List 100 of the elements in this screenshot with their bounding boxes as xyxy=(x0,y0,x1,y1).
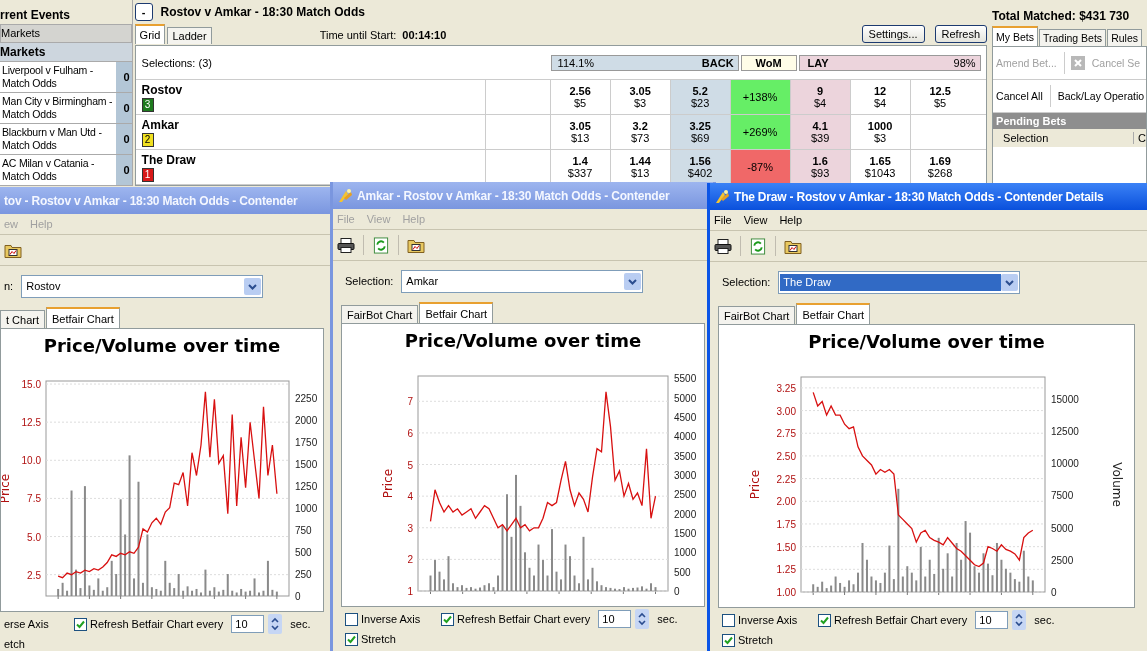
back-percent: 114.1% xyxy=(557,56,595,69)
market-count: 0 xyxy=(115,155,132,185)
back-price-cell[interactable]: 5.2 $23 xyxy=(669,80,730,114)
market-title: Rostov v Amkar - 18:30 Match Odds xyxy=(160,5,365,19)
chart-tab[interactable]: t Chart xyxy=(0,310,45,328)
chart-tab[interactable]: FairBot Chart xyxy=(341,305,419,323)
collapse-button[interactable]: - xyxy=(134,3,153,21)
refresh-icon[interactable] xyxy=(749,237,767,255)
checkbox[interactable] xyxy=(345,632,358,646)
option-label: Stretch xyxy=(738,634,773,646)
chart-tab[interactable]: Betfair Chart xyxy=(796,303,871,324)
market-count: 0 xyxy=(115,124,132,154)
tick-label: 12.5 xyxy=(21,417,41,429)
option-label: etch xyxy=(4,638,25,650)
bet-action-button[interactable]: Cancel All xyxy=(995,90,1044,102)
spinner-icon[interactable] xyxy=(1012,610,1027,630)
runner-name: The Draw xyxy=(141,152,197,167)
menu-item[interactable]: File xyxy=(714,214,732,226)
runner-number: 3 xyxy=(141,97,154,112)
back-price-cell[interactable]: 1.56 $402 xyxy=(669,150,730,184)
chart-title: Price/Volume over time xyxy=(43,334,281,356)
interval-field[interactable]: 10 xyxy=(231,615,265,633)
market-item[interactable]: Blackburn v Man Utd - Match Odds xyxy=(0,124,116,154)
back-price-cell[interactable]: 2.56 $5 xyxy=(549,80,610,114)
back-price-cell[interactable]: 3.05 $3 xyxy=(609,80,670,114)
tick-label: 1.75 xyxy=(776,518,796,530)
unit-label: sec. xyxy=(290,618,311,630)
lay-price-cell[interactable]: 12 $4 xyxy=(849,80,910,114)
interval-field[interactable]: 10 xyxy=(975,611,1009,629)
chart-tab[interactable]: Betfair Chart xyxy=(46,307,120,328)
market-item[interactable]: Man City v Birmingham - Match Odds xyxy=(0,93,116,123)
back-price-cell[interactable]: 3.05 $13 xyxy=(549,115,610,149)
lay-price-cell[interactable]: 12.5 $5 xyxy=(909,80,970,114)
view-tab[interactable]: Ladder xyxy=(167,27,212,44)
selection-dropdown[interactable]: Amkar xyxy=(401,269,644,293)
back-price-cell[interactable]: 3.25 $69 xyxy=(669,115,730,149)
markets-header[interactable]: Markets xyxy=(0,24,132,43)
tick-label: 3.00 xyxy=(776,405,796,417)
axis-label: Volume xyxy=(1110,462,1124,507)
tick-label: 1500 xyxy=(674,527,697,539)
markets-subheader[interactable]: Markets xyxy=(0,43,132,62)
menu-item[interactable]: Help xyxy=(779,214,802,226)
spinner-icon[interactable] xyxy=(635,609,650,629)
lay-price-cell[interactable]: 1000 $3 xyxy=(849,115,910,149)
interval-field[interactable]: 10 xyxy=(598,610,632,628)
bet-action-button[interactable]: Back/Lay Operatio xyxy=(1056,90,1146,102)
runner-name: Rostov xyxy=(141,82,184,97)
tick-label: 250 xyxy=(295,569,312,581)
checkbox[interactable] xyxy=(74,617,87,631)
checkbox[interactable] xyxy=(722,633,735,647)
lay-label: LAY xyxy=(807,56,829,69)
spinner-icon[interactable] xyxy=(268,614,283,634)
tick-label: 15.0 xyxy=(21,379,41,391)
tick-label: 4000 xyxy=(674,431,697,443)
print-icon[interactable] xyxy=(337,236,355,254)
print-icon[interactable] xyxy=(714,237,732,255)
market-item[interactable]: AC Milan v Catania - Match Odds xyxy=(0,155,116,185)
chart-tab[interactable]: Betfair Chart xyxy=(419,302,494,323)
tick-label: 1000 xyxy=(674,547,697,559)
unit-label: sec. xyxy=(1034,614,1055,626)
toolbar-button[interactable]: Refresh xyxy=(934,25,988,43)
runner-name: Amkar xyxy=(141,117,180,132)
panel-title: rrent Events xyxy=(0,7,72,24)
bets-tab[interactable]: Rules xyxy=(1107,29,1142,46)
selection-dropdown[interactable]: The Draw xyxy=(778,270,1021,294)
bets-tab[interactable]: Trading Bets xyxy=(1039,29,1107,46)
back-price-cell[interactable]: 3.2 $73 xyxy=(609,115,670,149)
lay-price-cell[interactable]: 4.1 $39 xyxy=(789,115,850,149)
chart-tab[interactable]: FairBot Chart xyxy=(718,306,796,324)
selection-dropdown[interactable]: Rostov xyxy=(21,274,264,298)
tick-label: 2.5 xyxy=(27,569,41,581)
tick-label: 0 xyxy=(1051,587,1057,598)
refresh-icon[interactable] xyxy=(372,236,390,254)
lay-price-cell[interactable]: 1.6 $93 xyxy=(789,150,850,184)
checkbox[interactable] xyxy=(722,613,735,627)
dropdown-icon[interactable] xyxy=(1001,273,1019,291)
selections-label: Selections: (3) xyxy=(140,56,213,69)
tick-label: 5 xyxy=(407,459,413,471)
option-label: Refresh Betfair Chart every xyxy=(834,614,968,626)
checkbox[interactable] xyxy=(818,613,831,627)
tick-label: 4500 xyxy=(674,411,697,423)
view-tab[interactable]: Grid xyxy=(134,24,166,44)
column-header[interactable]: Selection xyxy=(993,132,1134,144)
checkbox[interactable] xyxy=(441,612,454,626)
tick-label: 4 xyxy=(407,491,413,503)
tick-label: 6 xyxy=(407,427,413,439)
bets-tab[interactable]: My Bets xyxy=(992,26,1038,46)
column-header[interactable]: C xyxy=(1133,132,1146,144)
tick-label: 2.75 xyxy=(776,428,796,440)
dropdown-icon[interactable] xyxy=(624,272,642,290)
dropdown-icon[interactable] xyxy=(244,277,262,295)
toolbar-button[interactable]: Settings... xyxy=(861,25,925,43)
menu-item[interactable]: View xyxy=(743,214,768,226)
lay-price-cell[interactable]: 9 $4 xyxy=(789,80,850,114)
market-item[interactable]: Liverpool v Fulham - Match Odds xyxy=(0,62,116,92)
checkbox[interactable] xyxy=(345,612,358,626)
tick-label: 2.25 xyxy=(776,473,796,485)
tick-label: 2 xyxy=(407,554,413,566)
window-title: tov - Rostov v Amkar - 18:30 Match Odds - Contender xyxy=(4,193,298,208)
tick-label: 1750 xyxy=(295,437,318,449)
